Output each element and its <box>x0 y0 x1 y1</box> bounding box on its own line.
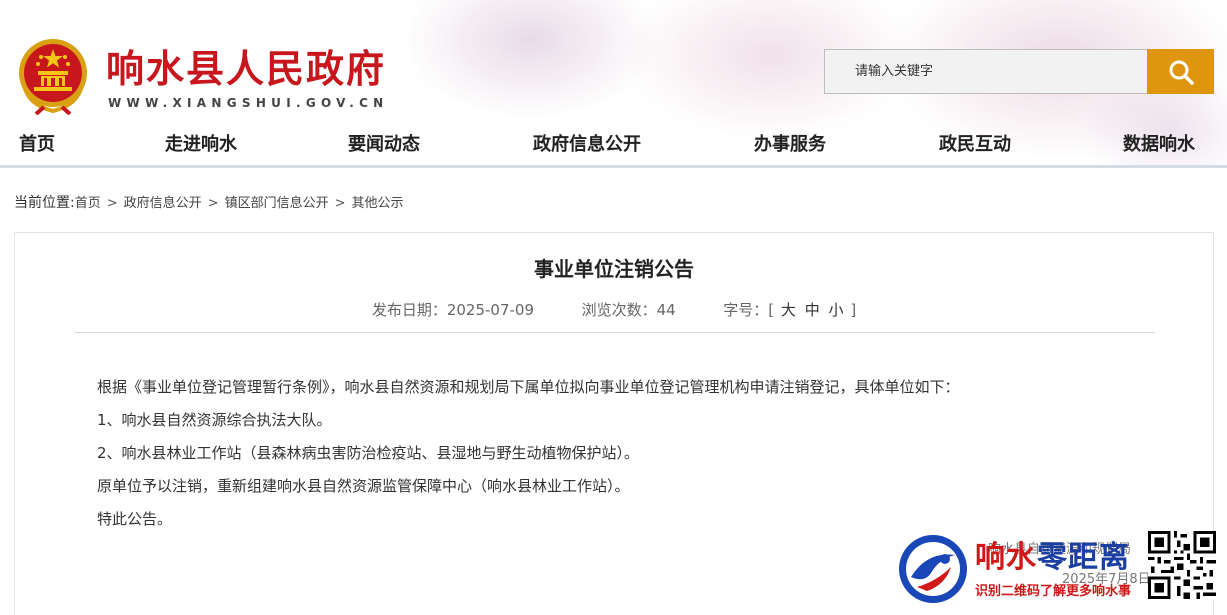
watermark-title: 响水零距离 <box>975 532 1130 576</box>
breadcrumb-separator: > <box>106 196 118 211</box>
article-paragraph: 2、响水县林业工作站（县森林病虫害防治检疫站、县湿地与野生动植物保护站）。 <box>97 444 640 462</box>
article-paragraph: 原单位予以注销，重新组建响水县自然资源监管保障中心（响水县林业工作站）。 <box>97 477 630 495</box>
nav-item-news[interactable]: 要闻动态 <box>348 130 420 156</box>
font-size-bracket-close: ] <box>850 301 857 319</box>
font-size-bracket-open: [ <box>768 301 775 319</box>
search-button[interactable] <box>1147 49 1214 94</box>
font-size-small-button[interactable]: 小 <box>829 301 844 319</box>
font-size-label: 字号： <box>723 301 769 319</box>
nav-item-gov-info[interactable]: 政府信息公开 <box>533 130 641 156</box>
site-header: 响水县人民政府 WWW.XIANGSHUI.GOV.CN 首页 走进响水 要闻动… <box>0 0 1227 168</box>
article-meta: 发布日期：2025-07-09 浏览次数：44 字号：[ 大 中 小 ] <box>15 299 1213 320</box>
search-icon <box>1169 60 1194 85</box>
watermark-title-blue: 零距离 <box>1037 540 1130 575</box>
site-url: WWW.XIANGSHUI.GOV.CN <box>108 96 389 110</box>
article-paragraph: 根据《事业单位登记管理暂行条例》，响水县自然资源和规划局下属单位拟向事业单位登记… <box>97 378 960 396</box>
site-title[interactable]: 响水县人民政府 <box>106 38 386 93</box>
national-emblem-icon[interactable] <box>14 35 92 115</box>
qr-code-icon <box>1148 531 1216 599</box>
meta-divider <box>75 332 1155 333</box>
font-size-large-button[interactable]: 大 <box>781 301 796 319</box>
main-nav: 首页 走进响水 要闻动态 政府信息公开 办事服务 政民互动 数据响水 <box>0 122 1227 162</box>
breadcrumb-gov-info[interactable]: 政府信息公开 <box>124 196 202 211</box>
article-body: 根据《事业单位登记管理暂行条例》，响水县自然资源和规划局下属单位拟向事业单位登记… <box>97 371 1157 536</box>
breadcrumb: 当前位置:首页 > 政府信息公开 > 镇区部门信息公开 > 其他公示 <box>14 192 404 212</box>
breadcrumb-home[interactable]: 首页 <box>75 196 101 211</box>
publish-date: 2025-07-09 <box>446 301 535 319</box>
nav-item-data[interactable]: 数据响水 <box>1123 130 1195 156</box>
nav-item-home[interactable]: 首页 <box>19 130 55 156</box>
views-count: 44 <box>656 301 676 319</box>
article-paragraph: 1、响水县自然资源综合执法大队。 <box>97 411 332 429</box>
nav-divider <box>0 165 1227 168</box>
breadcrumb-dept-info[interactable]: 镇区部门信息公开 <box>225 196 329 211</box>
publish-date-label: 发布日期： <box>371 301 447 319</box>
search-box <box>824 49 1148 94</box>
breadcrumb-other-notices[interactable]: 其他公示 <box>351 196 403 211</box>
watermark-subtitle: 识别二维码了解更多响水事 <box>975 584 1132 599</box>
watermark-logo-icon <box>899 535 967 603</box>
breadcrumb-separator: > <box>334 196 346 211</box>
nav-item-about[interactable]: 走进响水 <box>165 130 237 156</box>
font-size-medium-button[interactable]: 中 <box>805 301 820 319</box>
article-title: 事业单位注销公告 <box>534 257 694 281</box>
search-input[interactable] <box>825 50 1147 93</box>
breadcrumb-lead: 当前位置: <box>14 195 75 211</box>
breadcrumb-separator: > <box>207 196 219 211</box>
nav-item-services[interactable]: 办事服务 <box>754 130 826 156</box>
watermark-title-red: 响水 <box>975 540 1037 575</box>
nav-item-interaction[interactable]: 政民互动 <box>939 130 1011 156</box>
views-label: 浏览次数： <box>581 301 657 319</box>
